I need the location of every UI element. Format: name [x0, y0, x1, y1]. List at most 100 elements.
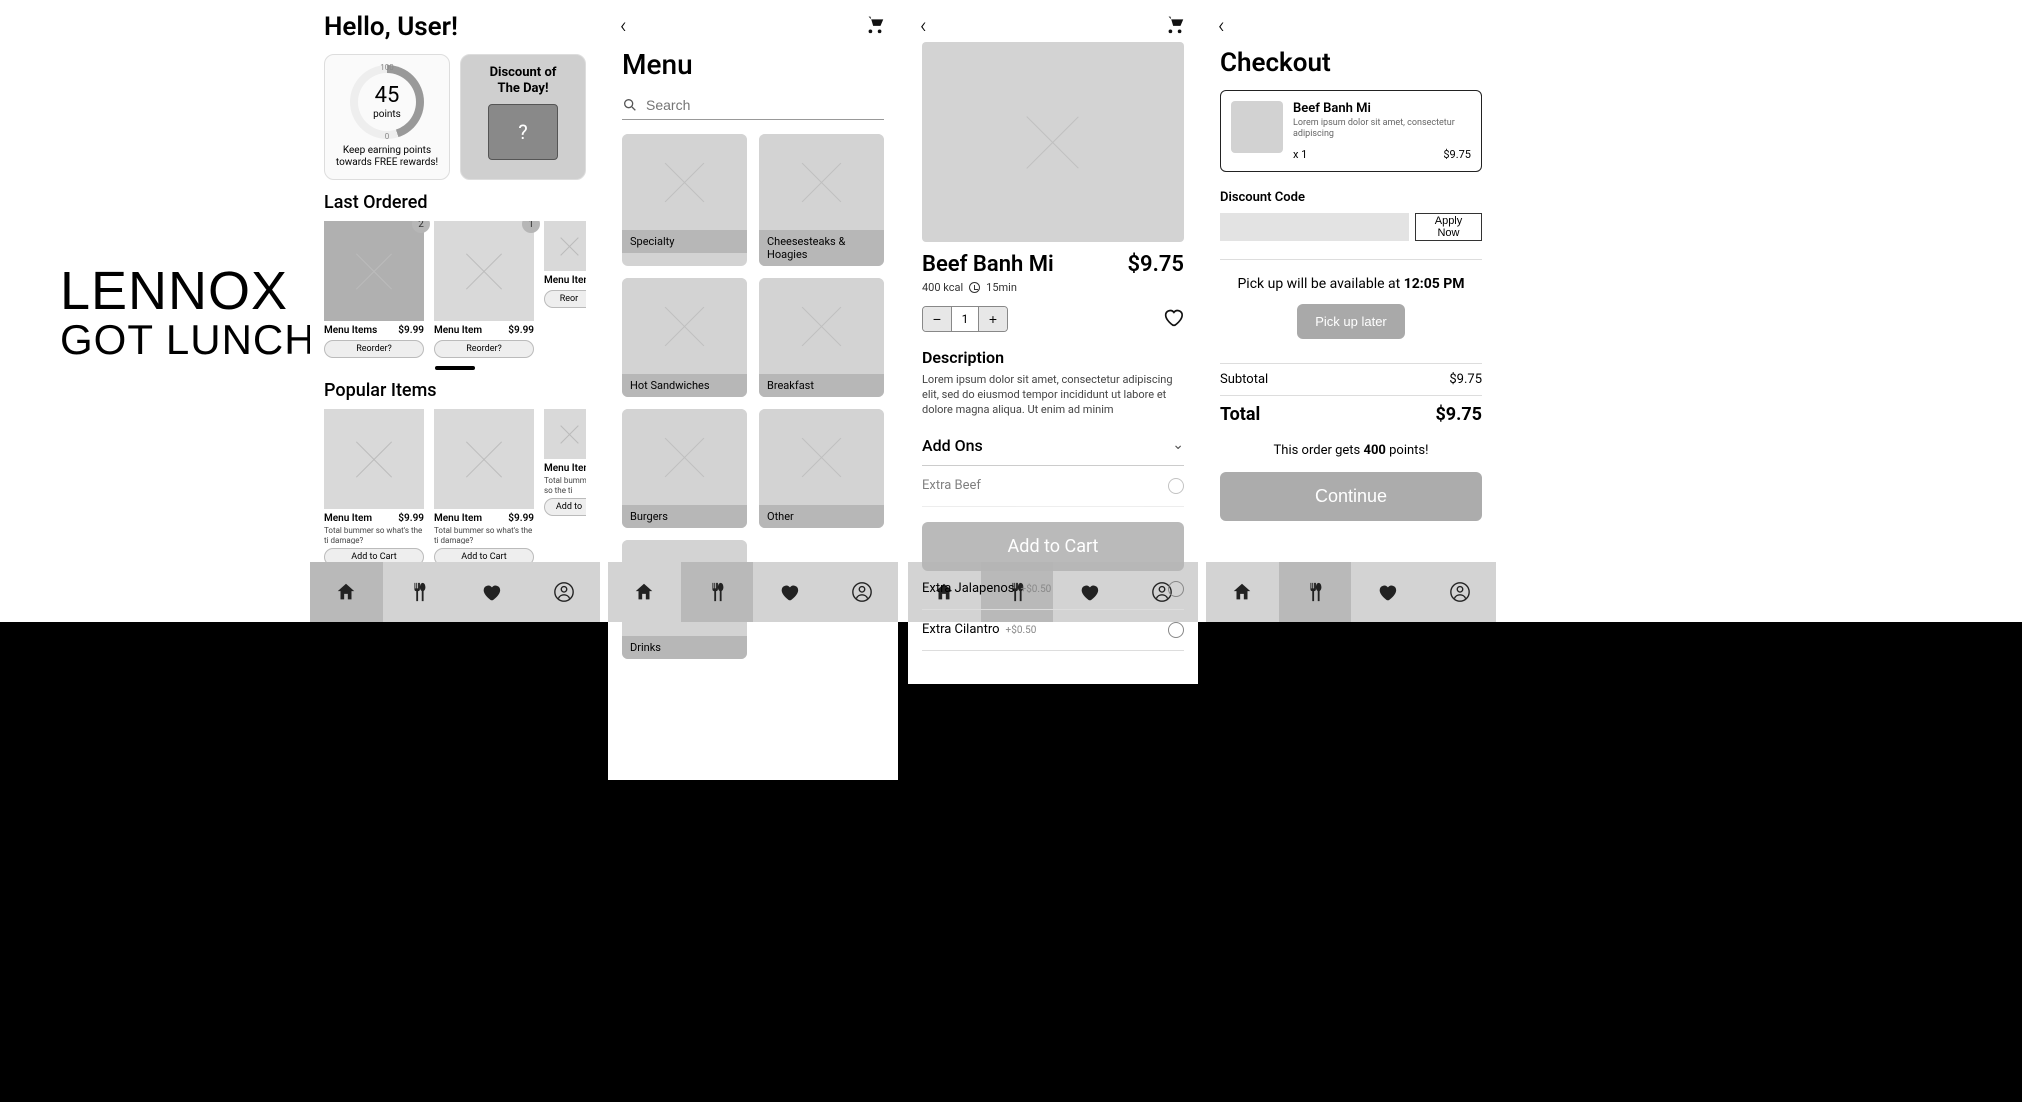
popular-strip[interactable]: Menu Item$9.99 Total bummer so what's th… [324, 409, 586, 566]
total-value: $9.75 [1435, 404, 1482, 425]
addon-radio[interactable] [1168, 581, 1184, 597]
item-price: $9.99 [398, 325, 424, 336]
nav-profile[interactable] [528, 562, 601, 622]
qty-plus[interactable]: + [979, 307, 1007, 331]
order-item-price: $9.75 [1443, 148, 1471, 161]
addon-row[interactable]: Extra Beef [922, 466, 1184, 507]
nav-favorites[interactable] [753, 562, 826, 622]
item-desc: Total bummer so the ti damage? [544, 476, 586, 494]
item-name: Menu Item [434, 325, 482, 336]
popular-heading: Popular Items [324, 380, 586, 401]
greeting: Hello, User! [324, 12, 586, 42]
brand-line2: GOT LUNCH [60, 316, 316, 364]
category-label: Burgers [622, 505, 747, 528]
addons-heading[interactable]: Add Ons ⌄ [922, 436, 1184, 466]
nav-home[interactable] [608, 562, 681, 622]
nav-menu[interactable] [681, 562, 754, 622]
heart-outline-icon [1162, 306, 1184, 328]
brand-line1: LENNOX [60, 260, 316, 322]
reorder-button[interactable]: Reor [544, 290, 586, 308]
bottom-nav [310, 562, 600, 622]
popular-item[interactable]: Menu Item$9.99 Total bummer so what's th… [324, 409, 424, 566]
item-name: Beef Banh Mi [922, 252, 1054, 277]
nav-menu[interactable] [383, 562, 456, 622]
category-tile[interactable]: Hot Sandwiches [622, 278, 747, 397]
back-button[interactable]: ‹ [1218, 14, 1225, 39]
category-tile[interactable]: Burgers [622, 409, 747, 528]
subtotal-label: Subtotal [1220, 372, 1268, 387]
reorder-button[interactable]: Reorder? [324, 340, 424, 358]
search-row[interactable] [622, 93, 884, 120]
popular-item[interactable]: Menu Item$9.99 Total bummer so what's th… [434, 409, 534, 566]
nav-profile[interactable] [826, 562, 899, 622]
item-image-placeholder [544, 221, 586, 271]
discount-mystery-icon: ? [488, 104, 558, 160]
discount-card[interactable]: Discount of The Day! ? [460, 54, 586, 180]
nav-home[interactable] [1206, 562, 1279, 622]
nav-menu[interactable] [1279, 562, 1352, 622]
addon-radio[interactable] [1168, 622, 1184, 638]
home-icon [1231, 581, 1253, 603]
points-message: This order gets 400 points! [1220, 443, 1482, 458]
nav-favorites[interactable] [1351, 562, 1424, 622]
screen-menu: ‹ Menu Specialty Cheesesteaks & Hoagies … [608, 0, 898, 780]
popular-item[interactable]: Menu Item Total bummer so the ti damage?… [544, 409, 586, 566]
continue-button[interactable]: Continue [1220, 472, 1482, 521]
points-max: 100 [380, 63, 394, 72]
cart-icon [864, 13, 886, 35]
total-label: Total [1220, 404, 1260, 425]
category-label: Other [759, 505, 884, 528]
order-item-box[interactable]: Beef Banh Mi Lorem ipsum dolor sit amet,… [1220, 90, 1482, 172]
item-price: $9.99 [508, 325, 534, 336]
cart-button[interactable] [1164, 13, 1186, 39]
favorite-button[interactable] [1162, 306, 1184, 332]
item-desc: Total bummer so what's the ti damage? [324, 526, 424, 544]
addon-radio[interactable] [1168, 478, 1184, 494]
category-image-placeholder [622, 278, 747, 374]
add-to-cart-button[interactable]: Add to [544, 498, 586, 516]
item-name: Menu Item [434, 513, 482, 524]
back-button[interactable]: ‹ [620, 14, 627, 39]
back-button[interactable]: ‹ [920, 14, 927, 39]
add-to-cart-button[interactable]: Add to Cart [922, 522, 1184, 571]
addon-name: Extra Jalapenos [922, 581, 1015, 596]
menu-title: Menu [622, 48, 884, 81]
cart-button[interactable] [864, 13, 886, 39]
category-tile[interactable]: Breakfast [759, 278, 884, 397]
category-label: Drinks [622, 636, 747, 659]
nav-favorites[interactable] [455, 562, 528, 622]
description-text: Lorem ipsum dolor sit amet, consectetur … [922, 373, 1184, 418]
last-item[interactable]: 1 Menu Item$9.99 Reorder? [434, 221, 534, 358]
category-image-placeholder [622, 409, 747, 505]
category-tile[interactable]: Cheesesteaks & Hoagies [759, 134, 884, 266]
item-image-placeholder [324, 409, 424, 509]
reorder-button[interactable]: Reorder? [434, 340, 534, 358]
kcal-label: 400 kcal [922, 281, 963, 294]
checkout-title: Checkout [1220, 48, 1482, 78]
last-item[interactable]: Menu Item Reor [544, 221, 586, 358]
category-tile[interactable]: Specialty [622, 134, 747, 266]
time-label: 15min [986, 281, 1017, 294]
addon-row[interactable]: Extra Cilantro+$0.50 [922, 610, 1184, 651]
quantity-stepper[interactable]: − 1 + [922, 306, 1008, 332]
last-ordered-strip[interactable]: 2 Menu Items$9.99 Reorder? 1 Menu Item$9… [324, 221, 586, 358]
last-item[interactable]: 2 Menu Items$9.99 Reorder? [324, 221, 424, 358]
nav-profile[interactable] [1424, 562, 1497, 622]
apply-button[interactable]: Apply Now [1415, 213, 1482, 241]
category-label: Breakfast [759, 374, 884, 397]
points-card[interactable]: 100 45 points 0 Keep earning points towa… [324, 54, 450, 180]
category-tile[interactable]: Other [759, 409, 884, 528]
pickup-message: Pick up will be available at 12:05 PM [1220, 276, 1482, 292]
nav-home[interactable] [310, 562, 383, 622]
qty-value: 1 [951, 307, 979, 331]
category-label: Hot Sandwiches [622, 374, 747, 397]
points-caption: Keep earning points towards FREE rewards… [335, 145, 439, 169]
pickup-later-button[interactable]: Pick up later [1297, 304, 1405, 339]
qty-minus[interactable]: − [923, 307, 951, 331]
search-input[interactable] [646, 97, 884, 113]
utensils-icon [706, 581, 728, 603]
category-label: Cheesesteaks & Hoagies [759, 230, 884, 266]
discount-input[interactable] [1220, 213, 1409, 241]
addon-row[interactable]: Extra Jalapenos+$0.50 [922, 569, 1184, 610]
item-image-placeholder [544, 409, 586, 459]
